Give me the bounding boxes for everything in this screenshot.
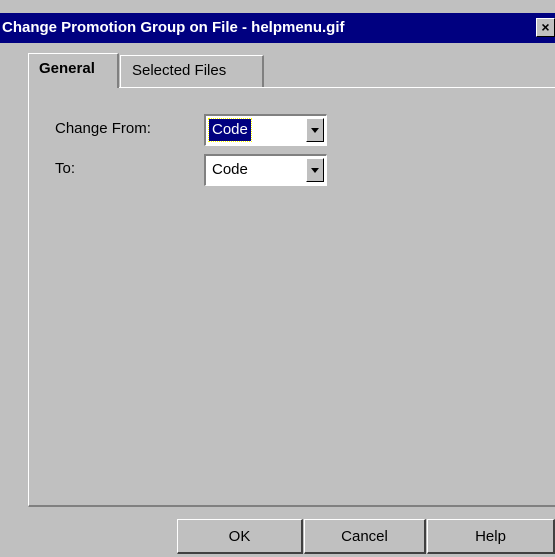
change-from-dropdown-button[interactable] bbox=[306, 118, 324, 142]
tab-general-label: General bbox=[39, 60, 95, 77]
tab-selected-files[interactable]: Selected Files bbox=[120, 55, 264, 88]
chevron-down-icon bbox=[311, 168, 319, 173]
help-button-label: Help bbox=[475, 528, 506, 545]
help-button[interactable]: Help bbox=[427, 519, 555, 554]
ok-button[interactable]: OK bbox=[177, 519, 303, 554]
change-from-label: Change From: bbox=[55, 120, 151, 137]
change-from-select[interactable]: Code bbox=[204, 114, 327, 146]
title-bar[interactable]: Change Promotion Group on File - helpmen… bbox=[0, 13, 555, 43]
ok-button-label: OK bbox=[228, 528, 251, 545]
tab-general[interactable]: General bbox=[28, 53, 119, 88]
tab-selected-files-label: Selected Files bbox=[132, 62, 227, 79]
close-icon: × bbox=[541, 19, 550, 35]
change-from-value: Code bbox=[208, 118, 252, 142]
general-tab-panel: Change From: Code To: Code bbox=[28, 87, 555, 507]
to-dropdown-button[interactable] bbox=[306, 158, 324, 182]
to-value: Code bbox=[212, 161, 248, 178]
cancel-button[interactable]: Cancel bbox=[304, 519, 426, 554]
change-promotion-group-dialog: Change Promotion Group on File - helpmen… bbox=[0, 0, 555, 557]
chevron-down-icon bbox=[311, 128, 319, 133]
close-button[interactable]: × bbox=[536, 18, 555, 37]
window-title: Change Promotion Group on File - helpmen… bbox=[2, 19, 345, 36]
to-select[interactable]: Code bbox=[204, 154, 327, 186]
cancel-button-label: Cancel bbox=[341, 528, 388, 545]
to-label: To: bbox=[55, 160, 76, 177]
